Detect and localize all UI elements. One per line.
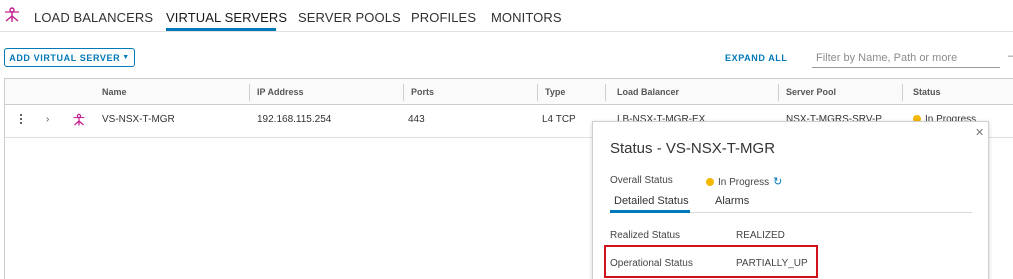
realized-status-value: REALIZED [736,230,785,241]
column-separator[interactable] [778,84,779,101]
column-header-server-pool[interactable]: Server Pool [786,87,836,97]
popover-title: Status - VS-NSX-T-MGR [610,140,776,157]
tab-monitors[interactable]: MONITORS [491,10,562,25]
column-header-status[interactable]: Status [913,87,941,97]
add-virtual-server-label: ADD VIRTUAL SERVER [9,52,121,63]
kebab-menu-icon[interactable] [18,113,24,127]
add-virtual-server-button[interactable]: ADD VIRTUAL SERVER ▼ [4,48,135,67]
column-header-load-balancer[interactable]: Load Balancer [617,87,679,97]
grid-header: Name IP Address Ports Type Load Balancer… [4,78,1013,105]
active-tab-indicator [166,28,276,31]
row-type: L4 TCP [542,114,576,125]
filter-icon[interactable]: – [1008,50,1013,62]
expand-all-link[interactable]: EXPAND ALL [725,53,788,63]
row-ip-address: 192.168.115.254 [257,114,332,125]
column-header-type[interactable]: Type [545,87,565,97]
tab-load-balancers[interactable]: LOAD BALANCERS [34,10,153,25]
column-header-name[interactable]: Name [102,87,127,97]
top-tab-bar: LOAD BALANCERS VIRTUAL SERVERS SERVER PO… [0,0,1013,32]
chevron-right-icon[interactable]: › [46,114,49,125]
column-separator[interactable] [249,84,250,101]
column-separator[interactable] [902,84,903,101]
realized-status-label: Realized Status [610,230,681,241]
refresh-icon[interactable]: ↻ [773,176,782,188]
overall-status-label: Overall Status [610,175,673,186]
overall-status-value: In Progress ↻ [706,175,782,188]
grid-border [4,138,5,279]
row-ports: 443 [408,114,425,125]
tab-virtual-servers[interactable]: VIRTUAL SERVERS [166,10,287,25]
column-header-ip-address[interactable]: IP Address [257,87,304,97]
tab-server-pools[interactable]: SERVER POOLS [298,10,401,25]
tab-alarms[interactable]: Alarms [715,195,749,207]
filter-input[interactable] [812,48,1000,68]
chevron-down-icon: ▼ [122,54,130,61]
status-dot-icon [706,178,714,186]
overall-status-text: In Progress [718,177,770,188]
tab-detailed-status[interactable]: Detailed Status [614,195,689,207]
active-popover-tab-indicator [610,210,690,213]
virtual-server-icon [73,113,85,126]
column-header-ports[interactable]: Ports [411,87,434,97]
close-icon[interactable]: ✕ [975,126,984,139]
column-separator[interactable] [605,84,606,101]
column-separator[interactable] [403,84,404,101]
load-balancer-icon [5,7,19,22]
row-name[interactable]: VS-NSX-T-MGR [102,114,175,125]
column-separator[interactable] [537,84,538,101]
tab-profiles[interactable]: PROFILES [411,10,476,25]
annotation-highlight-box [604,245,818,278]
